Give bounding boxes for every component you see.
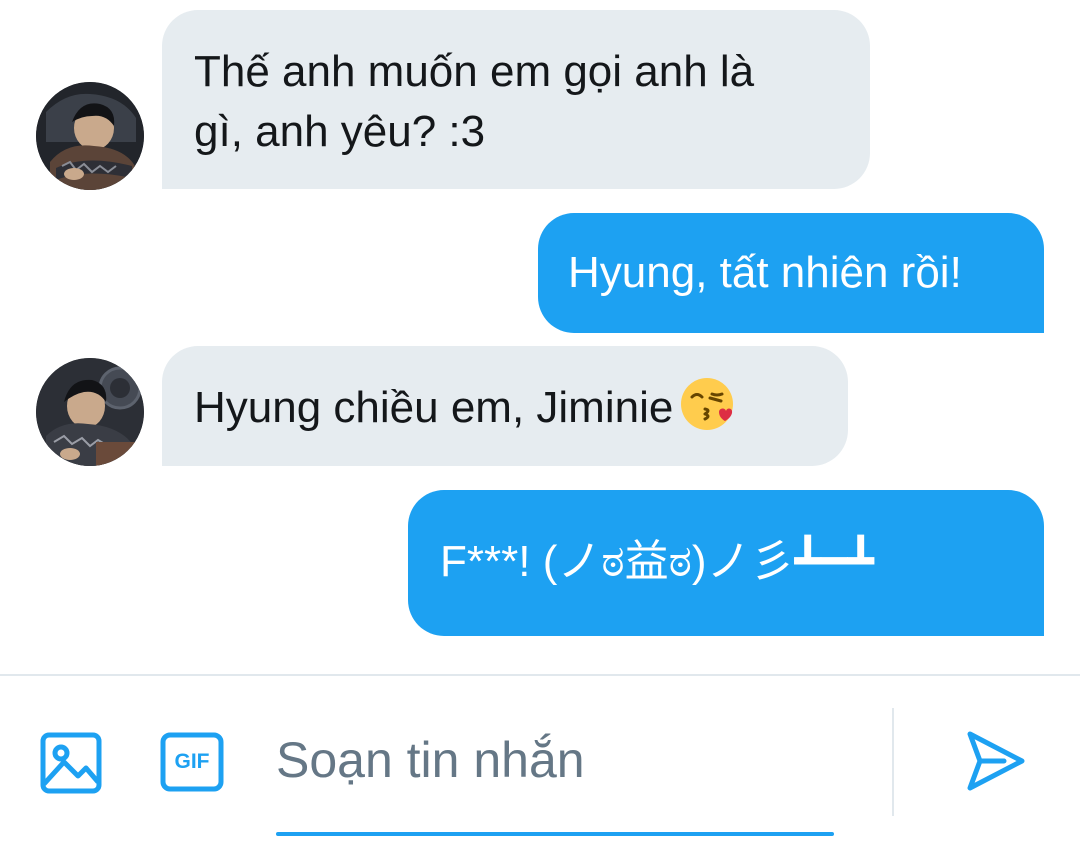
message-composer: GIF [0, 674, 1080, 841]
face-blowing-kiss-icon [679, 376, 735, 432]
avatar[interactable] [36, 82, 144, 190]
incoming-message-bubble[interactable]: Hyung chiều em, Jiminie [162, 346, 848, 466]
outgoing-message-bubble[interactable]: Hyung, tất nhiên rồi! [538, 213, 1044, 333]
gif-button[interactable]: GIF [160, 732, 224, 797]
image-icon[interactable] [40, 732, 102, 799]
message-text-line: gì, anh yêu? :3 [194, 107, 486, 156]
incoming-message-bubble[interactable]: Thế anh muốn em gọi anh là gì, anh yêu? … [162, 10, 870, 189]
outgoing-message-bubble[interactable]: F***! (ノಠ益ಠ)ノ彡┻━┻ [408, 490, 1044, 636]
message-input[interactable] [276, 728, 834, 792]
avatar-photo [36, 358, 144, 466]
message-text: F***! (ノಠ益ಠ)ノ彡┻━┻ [440, 537, 875, 586]
message-text-line: Thế anh muốn em gọi anh là [194, 47, 755, 96]
avatar-photo [36, 82, 144, 190]
avatar[interactable] [36, 358, 144, 466]
message-thread: Thế anh muốn em gọi anh là gì, anh yêu? … [0, 0, 1080, 674]
gif-label: GIF [174, 750, 210, 773]
message-text: Hyung, tất nhiên rồi! [568, 248, 962, 297]
message-text: Hyung chiều em, Jiminie [194, 383, 674, 432]
input-underline [276, 832, 834, 836]
composer-divider [892, 708, 894, 816]
send-icon[interactable] [964, 728, 1028, 799]
